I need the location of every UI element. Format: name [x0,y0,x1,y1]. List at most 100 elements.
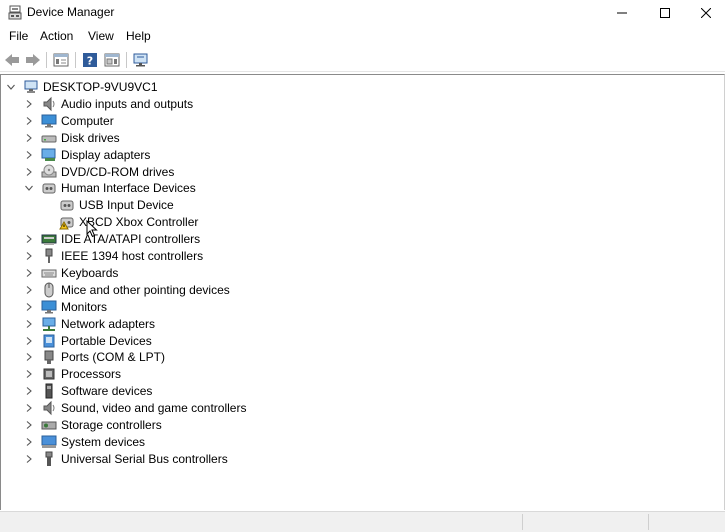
tree-item-label: Monitors [61,299,108,314]
menu-help[interactable]: Help [126,29,151,43]
toolbar-separator [46,52,47,68]
menu-action[interactable]: Action [40,29,73,43]
properties-icon[interactable] [52,51,70,69]
speaker-icon [41,96,57,112]
tree-category[interactable]: Disk drives [23,129,120,146]
chevron-right-icon[interactable] [23,419,35,431]
tree-item-label: Storage controllers [61,417,162,432]
tree-category[interactable]: Mice and other pointing devices [23,281,230,298]
menu-file[interactable]: File [9,29,28,43]
mouse-cursor-icon [86,219,98,238]
chevron-right-icon[interactable] [23,166,35,178]
tree-category[interactable]: Human Interface Devices [23,179,196,196]
tree-category[interactable]: Display adapters [23,146,150,163]
chevron-right-icon[interactable] [23,250,35,262]
tree-category[interactable]: Processors [23,365,121,382]
tree-item-label: Ports (COM & LPT) [61,349,166,364]
tree-category[interactable]: IDE ATA/ATAPI controllers [23,230,200,247]
title-bar[interactable]: Device Manager [0,0,725,26]
tree-category[interactable]: Sound, video and game controllers [23,399,246,416]
chevron-right-icon[interactable] [23,453,35,465]
keyboard-icon [41,265,57,281]
close-button[interactable] [684,0,725,26]
display-adapter-icon [41,147,57,163]
tree-category[interactable]: Keyboards [23,264,118,281]
chevron-right-icon[interactable] [23,284,35,296]
hid-warning-icon [59,214,75,230]
chevron-right-icon[interactable] [23,301,35,313]
tree-category[interactable]: Computer [23,112,114,129]
tree-item-label: DESKTOP-9VU9VC1 [43,79,158,94]
toolbar-separator [126,52,127,68]
tree-item-label: Display adapters [61,147,151,162]
tree-item-label: System devices [61,434,146,449]
sound-controller-icon [41,400,57,416]
tree-category[interactable]: Monitors [23,298,107,315]
chevron-right-icon[interactable] [23,368,35,380]
tree-item-label: Computer [61,113,114,128]
tree-category[interactable]: DVD/CD-ROM drives [23,163,174,180]
computer-root-icon [23,79,39,95]
minimize-button[interactable] [600,0,644,26]
hid-icon [41,180,57,196]
port-icon [41,349,57,365]
tree-category[interactable]: IEEE 1394 host controllers [23,247,203,264]
disk-drive-icon [41,130,57,146]
tree-category[interactable]: Network adapters [23,315,155,332]
chevron-right-icon[interactable] [23,98,35,110]
chevron-right-icon[interactable] [23,233,35,245]
tree-device[interactable]: USB Input Device [41,196,174,213]
processor-icon [41,366,57,382]
chevron-right-icon[interactable] [23,402,35,414]
tree-root-computer[interactable]: DESKTOP-9VU9VC1 [5,78,158,95]
svg-text:?: ? [87,55,93,68]
menu-bar: File Action View Help [0,27,725,47]
back-icon[interactable] [3,51,21,69]
help-icon[interactable]: ? [81,51,99,69]
chevron-right-icon[interactable] [23,436,35,448]
tree-category[interactable]: Software devices [23,382,152,399]
network-adapter-icon [41,316,57,332]
tree-category[interactable]: Ports (COM & LPT) [23,348,165,365]
chevron-right-icon[interactable] [23,351,35,363]
chevron-right-icon[interactable] [23,385,35,397]
chevron-down-icon[interactable] [5,81,17,93]
tree-category[interactable]: System devices [23,433,145,450]
action-pane-icon[interactable] [103,51,121,69]
tree-item-label: Mice and other pointing devices [61,282,230,297]
chevron-right-icon[interactable] [23,149,35,161]
tree-item-label: Human Interface Devices [61,180,196,195]
dvd-drive-icon [41,164,57,180]
tree-item-label: IEEE 1394 host controllers [61,248,204,263]
menu-view[interactable]: View [88,29,114,43]
tree-category[interactable]: Audio inputs and outputs [23,95,193,112]
software-device-icon [41,383,57,399]
tree-item-label: Software devices [61,383,153,398]
tree-category[interactable]: Storage controllers [23,416,162,433]
tree-item-label: Processors [61,366,122,381]
tree-device[interactable]: XBCD Xbox Controller [41,213,198,230]
tree-item-label: IDE ATA/ATAPI controllers [61,231,201,246]
chevron-down-icon[interactable] [23,182,35,194]
chevron-right-icon[interactable] [23,318,35,330]
monitor-icon [41,299,57,315]
tree-item-label: Sound, video and game controllers [61,400,247,415]
tree-category[interactable]: Universal Serial Bus controllers [23,450,228,467]
chevron-right-icon[interactable] [23,115,35,127]
chevron-right-icon[interactable] [23,132,35,144]
tree-item-label: Portable Devices [61,333,152,348]
monitor-scan-icon[interactable] [132,51,150,69]
usb-controller-icon [41,451,57,467]
forward-icon[interactable] [24,51,42,69]
chevron-right-icon[interactable] [23,267,35,279]
computer-icon [41,113,57,129]
chevron-right-icon[interactable] [23,335,35,347]
tree-item-label: Audio inputs and outputs [61,96,194,111]
device-tree[interactable]: DESKTOP-9VU9VC1 Audio inputs and outputs C… [0,74,725,510]
tree-category[interactable]: Portable Devices [23,332,152,349]
tree-item-label: Disk drives [61,130,120,145]
maximize-button[interactable] [643,0,687,26]
status-divider [522,514,523,530]
